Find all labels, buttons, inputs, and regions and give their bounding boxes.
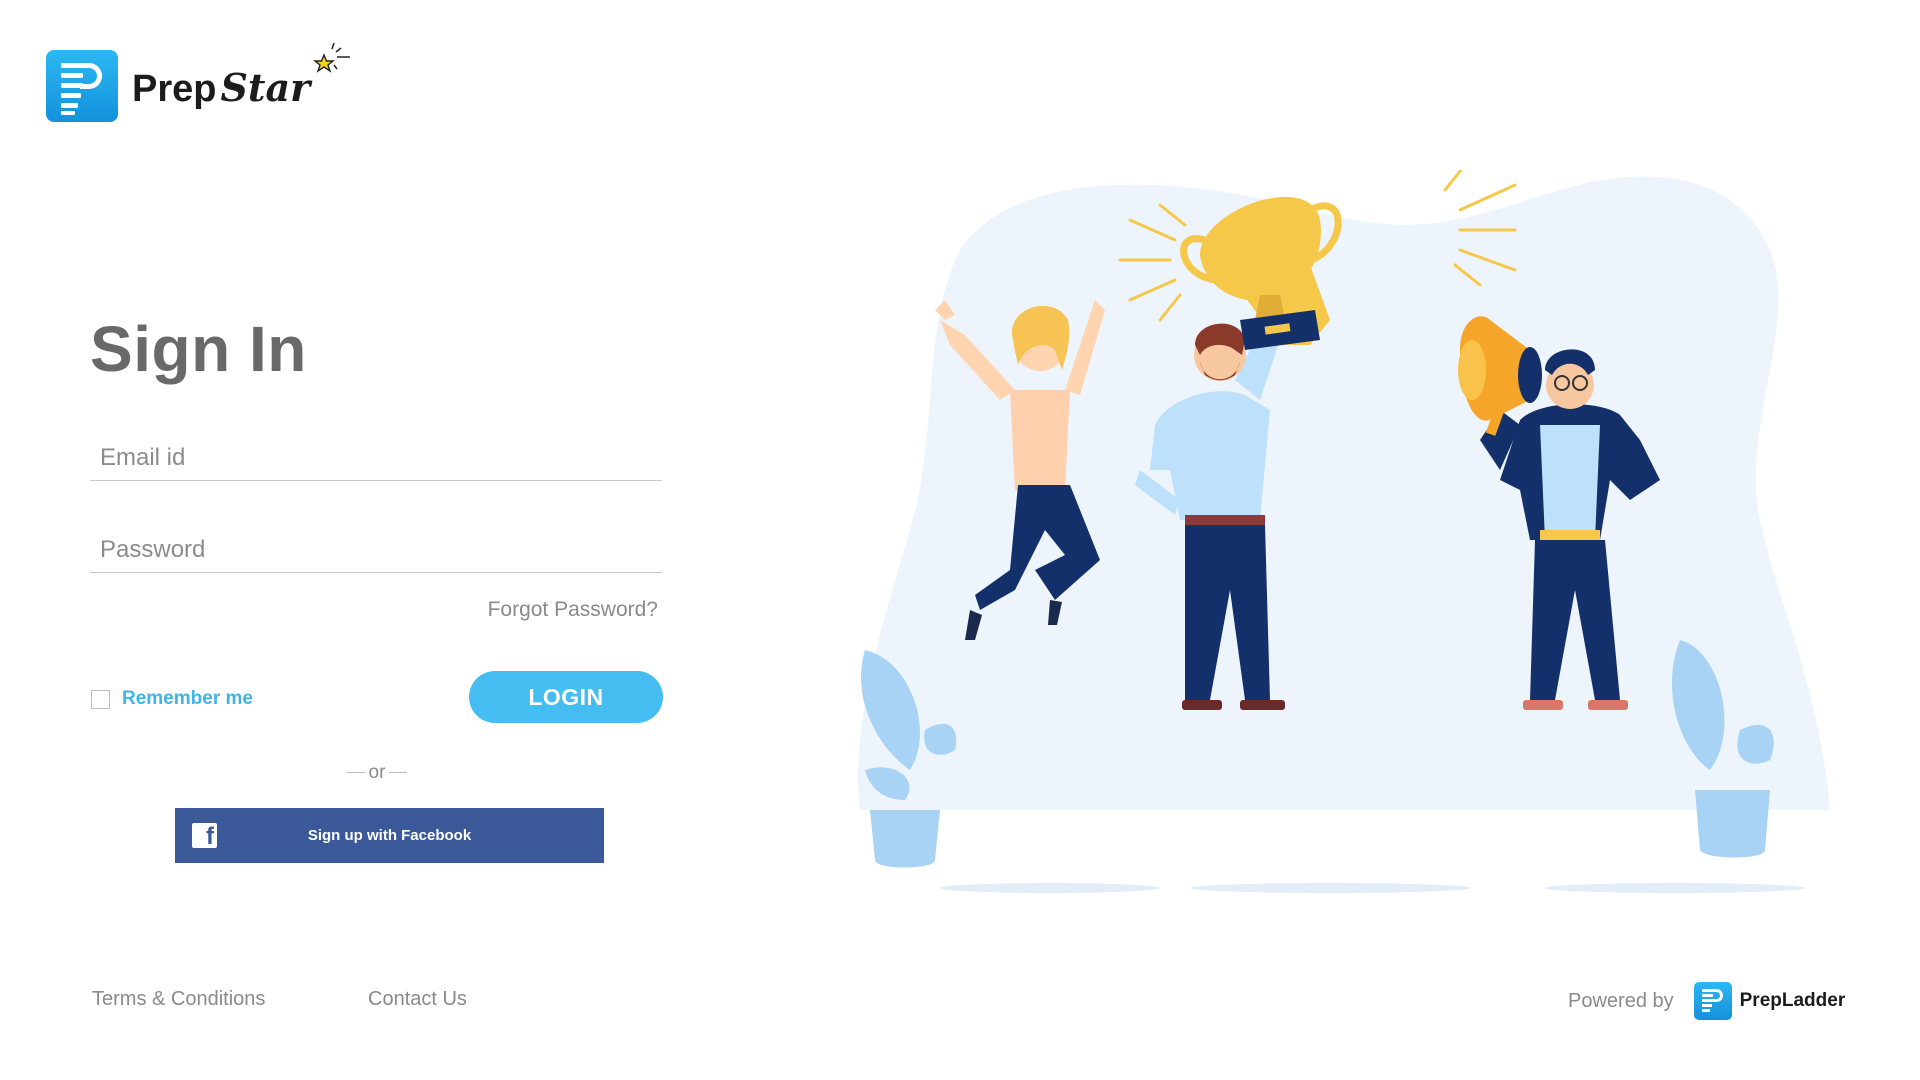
brand-name-prep: Prep (132, 68, 217, 110)
facebook-icon: f (192, 823, 217, 848)
powered-by: Powered by PrepLadder (1568, 982, 1845, 1020)
facebook-signup-button[interactable]: f Sign up with Facebook (175, 808, 604, 863)
page-title: Sign In (90, 313, 307, 385)
prepstar-logo[interactable]: Prep Star (46, 43, 352, 122)
email-field-wrapper (90, 444, 662, 481)
checkbox-box[interactable] (91, 689, 110, 709)
brand-name-star: Star (220, 65, 311, 110)
celebration-illustration (858, 170, 1830, 893)
powered-by-label: Powered by (1568, 989, 1674, 1012)
ground-shadow (940, 883, 1160, 893)
password-field-wrapper (90, 536, 662, 573)
forgot-password-link[interactable]: Forgot Password? (488, 598, 658, 622)
remember-me-label: Remember me (122, 688, 253, 709)
or-separator: or (340, 762, 414, 784)
prepladder-brand[interactable]: PrepLadder (1740, 990, 1846, 1012)
ground-shadow (1545, 883, 1805, 893)
password-input[interactable] (90, 536, 662, 572)
remember-me-checkbox[interactable]: Remember me (91, 688, 253, 710)
login-button[interactable]: LOGIN (469, 671, 663, 723)
prepstar-logo-icon (46, 50, 118, 122)
ground-shadow (1190, 883, 1470, 893)
terms-link[interactable]: Terms & Conditions (92, 988, 265, 1011)
facebook-signup-label: Sign up with Facebook (307, 827, 472, 844)
prepladder-logo-icon (1693, 982, 1732, 1020)
sparkle-star-icon (313, 43, 351, 73)
contact-link[interactable]: Contact Us (368, 988, 467, 1011)
brand-name: Prep Star (132, 43, 352, 111)
email-input[interactable] (90, 444, 662, 480)
